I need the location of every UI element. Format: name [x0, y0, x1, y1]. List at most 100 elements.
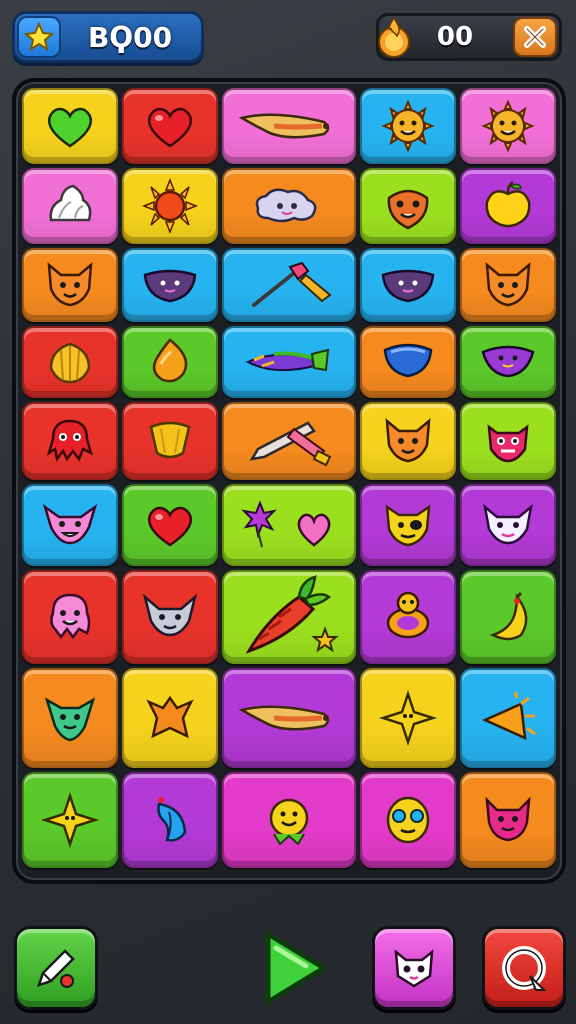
smiley-icon — [269, 798, 309, 846]
white-cat-icon — [483, 503, 533, 545]
sun-icon — [141, 178, 199, 234]
tile[interactable] — [460, 484, 556, 566]
big-carrot-icon — [245, 575, 339, 654]
coin-value: 00 — [436, 22, 474, 52]
bowl-creature-icon — [381, 269, 435, 303]
tile[interactable] — [222, 570, 356, 664]
tile[interactable] — [22, 772, 118, 868]
horn-icon — [238, 705, 330, 731]
star-icon — [24, 22, 54, 52]
tile[interactable] — [122, 484, 218, 566]
tile[interactable] — [460, 168, 556, 244]
tile[interactable] — [222, 668, 356, 768]
tile[interactable] — [122, 326, 218, 398]
tile[interactable] — [360, 772, 456, 868]
tile[interactable] — [122, 168, 218, 244]
blue-bowl-icon — [383, 343, 433, 378]
close-button[interactable] — [513, 17, 557, 57]
feather-icon — [157, 797, 187, 842]
tile[interactable] — [460, 326, 556, 398]
score-panel: BϘ00 — [12, 11, 204, 63]
cat-face-icon — [485, 262, 531, 307]
orange-star-icon — [146, 695, 194, 739]
flower-heart-icon — [241, 500, 331, 548]
tile[interactable] — [22, 168, 118, 244]
play-button[interactable] — [258, 926, 332, 1010]
banana-icon — [489, 591, 528, 641]
tile[interactable] — [22, 402, 118, 480]
star-button[interactable] — [17, 16, 61, 58]
yellow-star-icon — [40, 792, 100, 848]
green-heart-icon — [48, 107, 92, 148]
bowl-creature-icon — [143, 269, 197, 303]
apple-icon — [485, 180, 531, 228]
tile[interactable] — [360, 248, 456, 322]
tile[interactable] — [360, 668, 456, 768]
tile[interactable] — [222, 168, 356, 244]
tile[interactable] — [360, 402, 456, 480]
tile[interactable] — [222, 326, 356, 398]
cream-swirl-icon — [49, 184, 92, 222]
tile[interactable] — [460, 402, 556, 480]
octopus-icon — [46, 419, 93, 462]
pink-octopus-icon — [50, 593, 91, 640]
tile[interactable] — [222, 484, 356, 566]
horn-icon — [238, 113, 330, 139]
coin-panel: 00 — [376, 13, 562, 61]
cat-face-icon — [47, 262, 93, 307]
tile[interactable] — [222, 402, 356, 480]
tile[interactable] — [22, 484, 118, 566]
tile[interactable] — [122, 570, 218, 664]
gray-cat-icon — [142, 593, 198, 637]
tile[interactable] — [222, 88, 356, 164]
tile[interactable] — [122, 88, 218, 164]
tile[interactable] — [222, 248, 356, 322]
score-value: BϘ00 — [87, 20, 173, 54]
cat-button[interactable] — [372, 926, 456, 1010]
close-x-icon — [524, 26, 546, 48]
tile[interactable] — [22, 668, 118, 768]
tile[interactable] — [22, 570, 118, 664]
sun-wedge-icon — [481, 691, 536, 741]
cat-mask-icon — [394, 949, 434, 988]
shell-icon — [49, 342, 91, 384]
play-icon — [265, 931, 327, 1005]
pink-cat-icon — [42, 503, 98, 545]
sun-face-icon — [381, 99, 435, 153]
tile[interactable] — [360, 88, 456, 164]
tile[interactable] — [122, 772, 218, 868]
tile[interactable] — [360, 484, 456, 566]
pink-monster-icon — [485, 796, 531, 842]
tile[interactable] — [460, 772, 556, 868]
restart-button[interactable] — [482, 926, 566, 1010]
tile[interactable] — [460, 668, 556, 768]
yellow-star-icon — [378, 690, 438, 746]
pirate-cat-icon — [385, 504, 431, 547]
tile[interactable] — [22, 88, 118, 164]
ring-creature-icon — [386, 591, 430, 639]
tile[interactable] — [360, 570, 456, 664]
pencil-edit-icon — [37, 949, 75, 988]
tile[interactable] — [122, 668, 218, 768]
tile[interactable] — [360, 168, 456, 244]
purple-bowl-icon — [481, 345, 535, 378]
tile[interactable] — [460, 570, 556, 664]
bell-icon — [149, 421, 191, 459]
tile[interactable] — [360, 326, 456, 398]
tile[interactable] — [460, 88, 556, 164]
tile[interactable] — [22, 248, 118, 322]
tile[interactable] — [22, 326, 118, 398]
tile[interactable] — [222, 772, 356, 868]
pencil-icon — [249, 421, 332, 467]
paintbrush-icon — [252, 261, 332, 307]
hint-button[interactable] — [14, 926, 98, 1010]
game-board — [12, 78, 566, 884]
tile[interactable] — [122, 402, 218, 480]
green-cat-icon — [44, 697, 96, 742]
tile[interactable] — [460, 248, 556, 322]
tile[interactable] — [122, 248, 218, 322]
sun-face-icon — [481, 99, 535, 153]
cat-face-icon — [385, 418, 431, 463]
coin-flame-icon — [378, 16, 410, 58]
leaf-drop-icon — [152, 338, 188, 383]
